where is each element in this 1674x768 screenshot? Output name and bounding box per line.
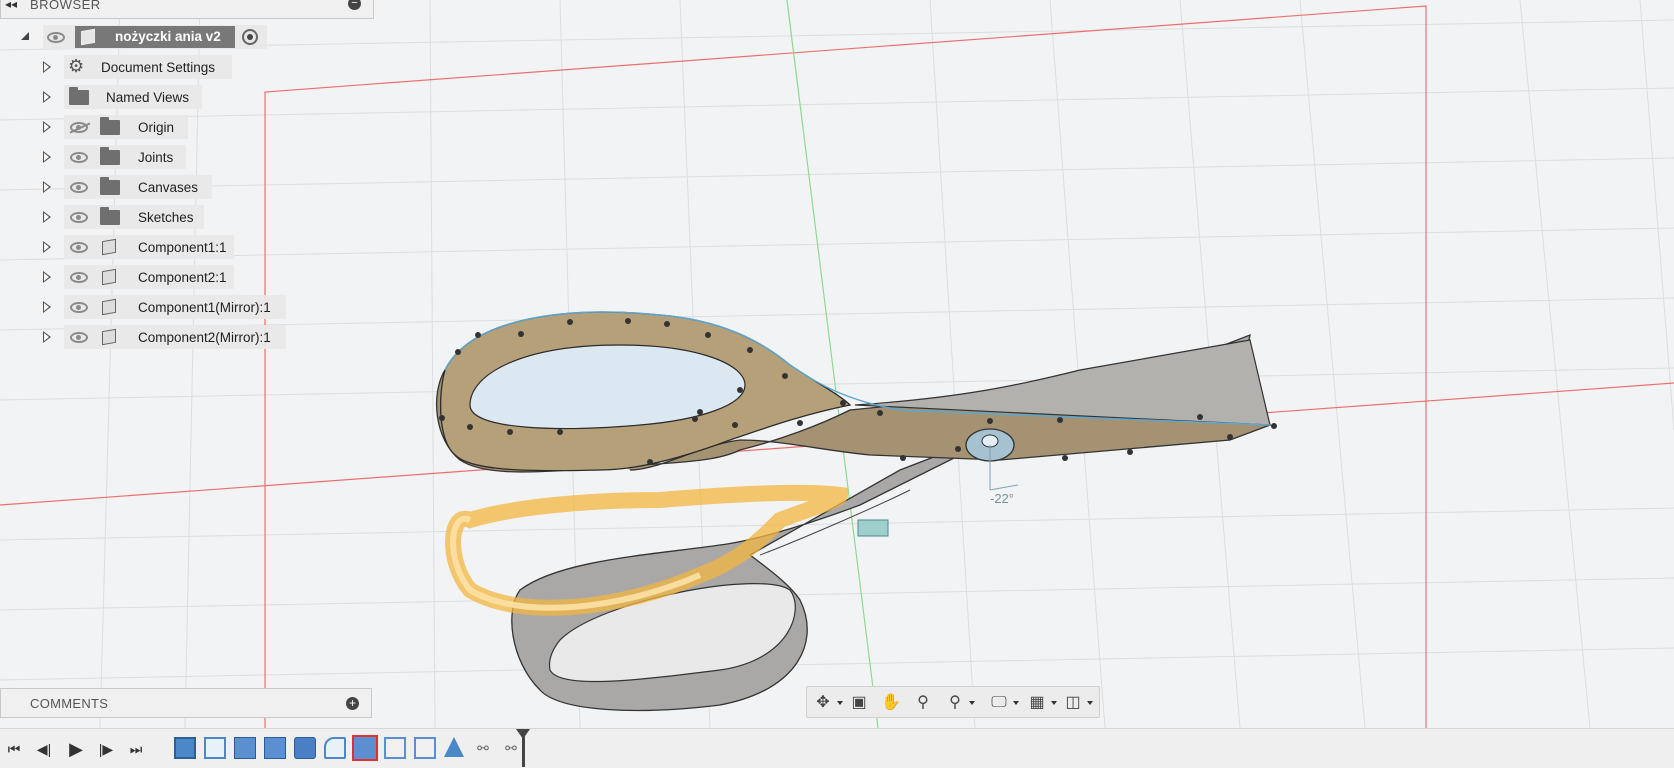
- tree-label: Sketches: [138, 210, 194, 225]
- expand-icon[interactable]: [43, 181, 51, 193]
- activate-radio-icon[interactable]: [242, 29, 258, 45]
- skip-end-icon[interactable]: ⏭: [126, 739, 146, 759]
- look-at-icon[interactable]: ▣: [849, 693, 869, 713]
- tree-label: Component1:1: [138, 240, 227, 255]
- step-forward-icon[interactable]: |▶: [96, 739, 116, 759]
- component-icon[interactable]: [414, 737, 436, 759]
- eye-icon[interactable]: [70, 152, 88, 163]
- chevron-down-icon[interactable]: [969, 701, 975, 705]
- component-icon[interactable]: [384, 737, 406, 759]
- expand-icon[interactable]: [43, 121, 51, 133]
- eye-icon[interactable]: [70, 242, 88, 253]
- chevron-down-icon[interactable]: [1051, 701, 1057, 705]
- tree-label: Component2(Mirror):1: [138, 330, 271, 345]
- eye-icon[interactable]: [70, 302, 88, 313]
- axis-lines: [0, 5, 1674, 728]
- step-back-icon[interactable]: ◀|: [34, 739, 54, 759]
- tree-label: Document Settings: [101, 60, 216, 75]
- 3d-viewport[interactable]: -22°: [0, 0, 1674, 728]
- expand-icon[interactable]: [43, 301, 51, 313]
- sketch-icon[interactable]: [204, 737, 226, 759]
- comments-panel[interactable]: COMMENTS +: [0, 688, 372, 718]
- expand-icon[interactable]: [43, 211, 51, 223]
- folder-icon: [100, 207, 120, 225]
- folder-icon: [100, 177, 120, 195]
- chevron-down-icon[interactable]: [1087, 701, 1093, 705]
- orbit-icon[interactable]: ✥: [813, 693, 833, 713]
- tree-label: Joints: [138, 150, 174, 165]
- component-anchored-icon: [102, 238, 116, 256]
- grid-settings-icon[interactable]: ▦: [1027, 693, 1047, 713]
- eye-icon[interactable]: [70, 272, 88, 283]
- display-settings-icon[interactable]: 🖵: [989, 693, 1009, 713]
- fillet-icon[interactable]: [324, 737, 346, 759]
- fit-icon[interactable]: ⚲: [945, 693, 965, 713]
- gear-icon: ⚙: [68, 56, 85, 76]
- expand-icon[interactable]: [43, 241, 51, 253]
- tree-label: Named Views: [106, 90, 190, 105]
- timeline-bar: ⏮ ◀| ▶ |▶ ⏭ ⚯ ⚯: [0, 728, 1674, 768]
- comments-title: COMMENTS: [30, 696, 109, 711]
- tree-label: Component1(Mirror):1: [138, 300, 271, 315]
- angle-label: -22°: [990, 491, 1014, 506]
- chevron-down-icon[interactable]: [1013, 701, 1019, 705]
- canvas-icon[interactable]: [174, 737, 196, 759]
- mirror-icon[interactable]: [444, 737, 464, 757]
- joint-icon[interactable]: ⚯: [500, 737, 522, 759]
- tree-label: Origin: [138, 120, 175, 135]
- navigation-toolbar: ✥ ▣ ✋ ⚲ ⚲ 🖵 ▦ ◫: [806, 686, 1100, 718]
- eye-icon[interactable]: [47, 32, 65, 43]
- timeline-marker-head[interactable]: [516, 729, 530, 739]
- collapse-panel-icon[interactable]: ◂◂: [5, 0, 17, 11]
- chevron-down-icon[interactable]: [837, 701, 843, 705]
- pan-icon[interactable]: ✋: [881, 693, 901, 713]
- zoom-icon[interactable]: ⚲: [913, 693, 933, 713]
- browser-title: BROWSER: [30, 0, 101, 12]
- component-icon: [102, 298, 116, 316]
- component-icon: [102, 328, 116, 346]
- tree-label: Canvases: [138, 180, 199, 195]
- browser-panel: ◂◂ BROWSER −: [0, 0, 374, 19]
- expand-icon[interactable]: [43, 61, 51, 73]
- viewports-icon[interactable]: ◫: [1063, 693, 1083, 713]
- component-icon: [102, 268, 116, 286]
- tree-label: Component2:1: [138, 270, 227, 285]
- add-comment-icon[interactable]: +: [346, 697, 359, 710]
- expand-icon[interactable]: [43, 331, 51, 343]
- eye-icon[interactable]: [70, 182, 88, 193]
- expand-icon[interactable]: [43, 271, 51, 283]
- skip-start-icon[interactable]: ⏮: [4, 739, 24, 759]
- collapse-root-icon[interactable]: [21, 32, 29, 40]
- combine-icon[interactable]: [294, 737, 316, 759]
- viewport-scene: -22°: [0, 0, 1674, 728]
- eye-icon[interactable]: [70, 332, 88, 343]
- joint-icon[interactable]: ⚯: [472, 737, 494, 759]
- play-icon[interactable]: ▶: [66, 739, 86, 759]
- extrude-icon[interactable]: [234, 737, 256, 759]
- expand-icon[interactable]: [43, 91, 51, 103]
- expand-icon[interactable]: [43, 151, 51, 163]
- eye-hidden-icon[interactable]: [70, 122, 88, 133]
- root-label: nożyczki ania v2: [115, 29, 221, 44]
- extrude-icon[interactable]: [264, 737, 286, 759]
- folder-icon: [100, 117, 120, 135]
- eye-icon[interactable]: [70, 212, 88, 223]
- folder-icon: [69, 87, 89, 105]
- scissors-model[interactable]: [435, 311, 1277, 712]
- ground-grid: [0, 0, 1674, 728]
- joint-icon-selected[interactable]: [352, 735, 378, 761]
- minimize-browser-icon[interactable]: −: [348, 0, 361, 10]
- folder-icon: [100, 147, 120, 165]
- component-icon: [81, 28, 95, 46]
